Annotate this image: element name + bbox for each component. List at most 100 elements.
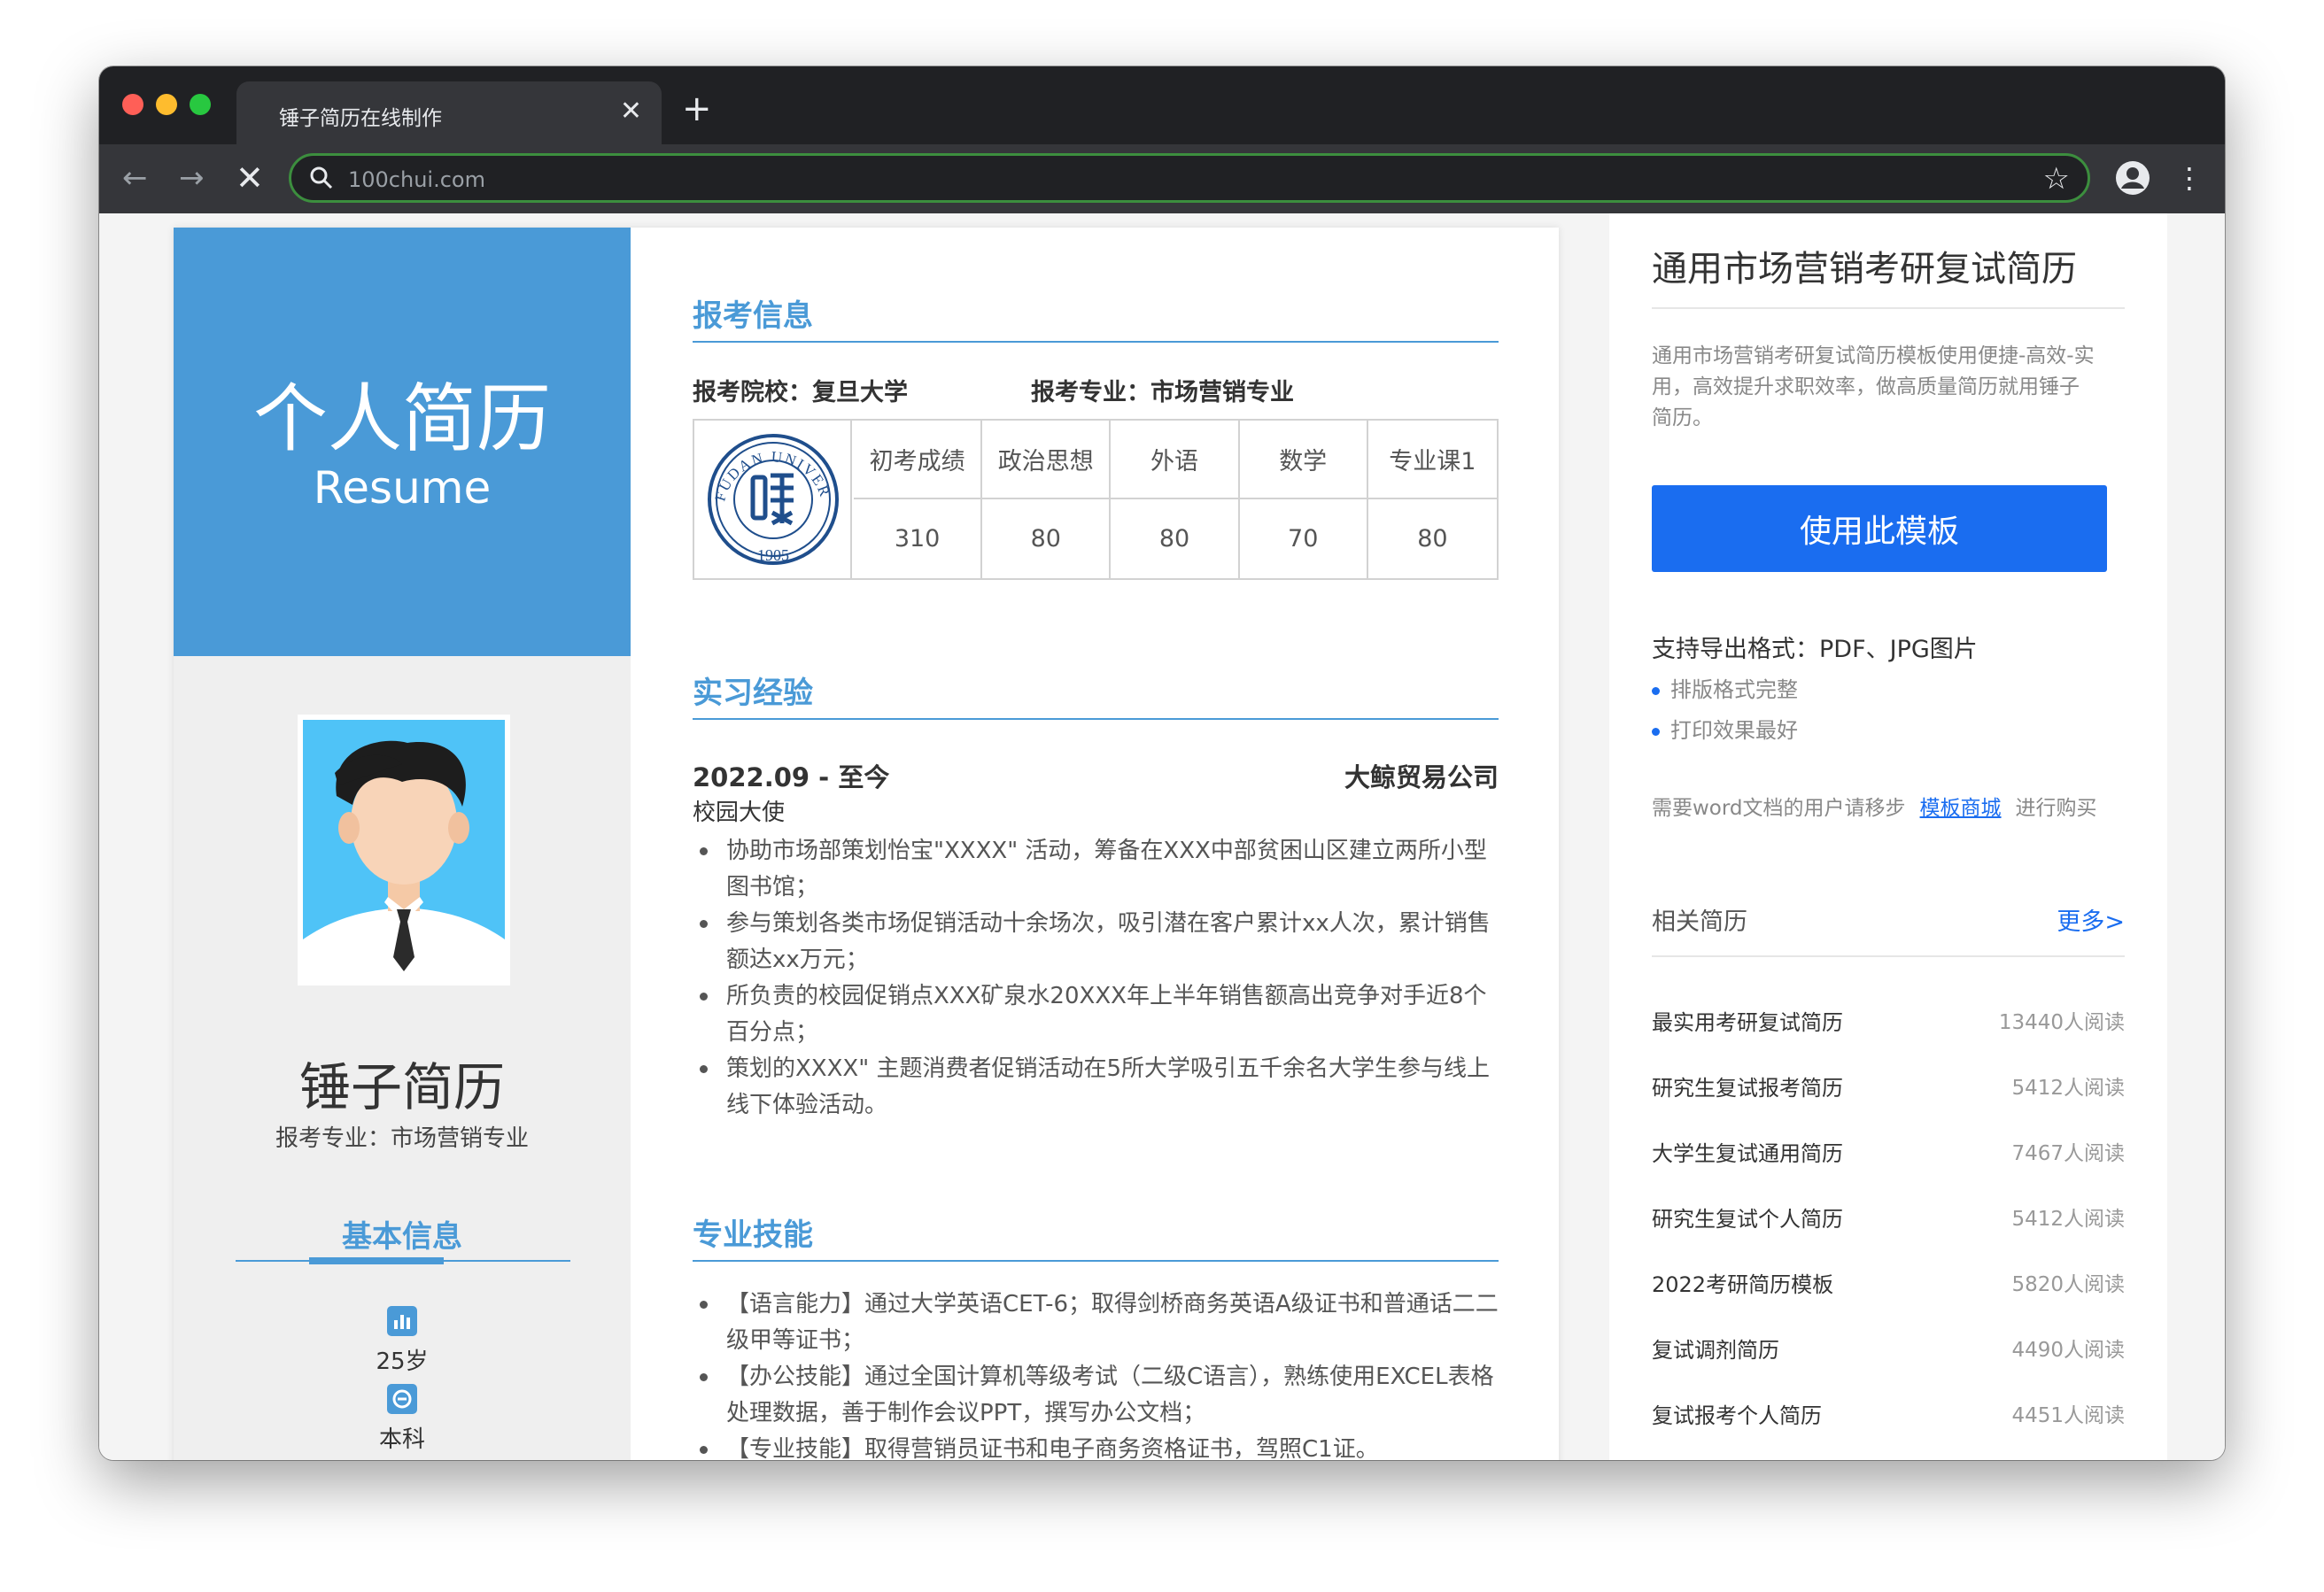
profile-icon[interactable] <box>2115 160 2150 196</box>
related-resume-count: 4490人阅读 <box>2011 1339 2125 1362</box>
close-window-button[interactable] <box>122 94 143 115</box>
list-item: 【办公技能】通过全国计算机等级考试（二级C语言），熟练使用EXCEL表格处理数据… <box>693 1359 1499 1432</box>
related-resume-item[interactable]: 2022考研简历模板 5820人阅读 <box>1652 1267 2125 1302</box>
exam-section-divider <box>693 341 1499 343</box>
score-value: 80 <box>982 499 1112 578</box>
new-tab-icon[interactable]: + <box>682 91 712 127</box>
university-seal-cell: FUDAN UNIVERSITY 1905 <box>694 421 852 578</box>
related-resume-item[interactable]: 复试调剂简历 4490人阅读 <box>1652 1333 2125 1368</box>
list-item: 所负责的校园促销点XXX矿泉水20XXX年上半年销售额高出竞争对手近8个百分点； <box>693 978 1499 1051</box>
score-header: 初考成绩 <box>854 421 983 499</box>
related-resume-item[interactable]: 研究生复试报考简历 5412人阅读 <box>1652 1070 2125 1106</box>
tab-title: 锤子简历在线制作 <box>279 107 442 130</box>
score-value: 80 <box>1417 525 1448 553</box>
internship-company: 大鲸贸易公司 <box>1344 762 1499 792</box>
related-resume-item[interactable]: 大学生复试通用简历 7467人阅读 <box>1652 1136 2125 1171</box>
score-value: 310 <box>854 499 983 578</box>
exam-section-title: 报考信息 <box>693 298 813 334</box>
score-table: FUDAN UNIVERSITY 1905 初考成绩政治思想外语数学专业课1 31… <box>693 419 1499 580</box>
search-icon <box>310 166 333 189</box>
title-divider <box>1652 307 2125 309</box>
skills-section-title: 专业技能 <box>693 1217 813 1253</box>
word-note: 需要word文档的用户请移步 模板商城 进行购买 <box>1652 791 2097 821</box>
bookmark-star-icon[interactable]: ☆ <box>2043 161 2070 197</box>
template-sidebar: 通用市场营销考研复试简历 通用市场营销考研复试简历模板使用便捷-高效-实用，高效… <box>1609 213 2167 1460</box>
address-bar[interactable]: 100chui.com ☆ <box>289 153 2090 203</box>
education-icon <box>387 1384 417 1414</box>
internship-role: 校园大使 <box>693 800 786 826</box>
related-divider <box>1652 955 2125 957</box>
url-text[interactable]: 100chui.com <box>348 167 485 192</box>
related-resume-count: 4451人阅读 <box>2011 1404 2125 1427</box>
list-item: 策划的XXXX" 主题消费者促销活动在5所大学吸引五千余名大学生参与线上线下体验… <box>693 1051 1499 1124</box>
resume-major: 报考专业：市场营销专业 <box>275 1125 529 1152</box>
feature-label: 排版格式完整 <box>1670 677 1798 702</box>
score-header: 数学 <box>1239 421 1368 499</box>
word-note-suffix: 进行购买 <box>2015 797 2097 820</box>
related-resume-item[interactable]: 研究生复试个人简历 5412人阅读 <box>1652 1202 2125 1237</box>
feature-label: 打印效果最好 <box>1670 718 1798 743</box>
related-resume-item[interactable]: 复试报考个人简历 4451人阅读 <box>1652 1398 2125 1434</box>
maximize-window-button[interactable] <box>190 94 211 115</box>
basic-info-underline <box>309 1257 444 1264</box>
list-item: 【语言能力】通过大学英语CET-6；取得剑桥商务英语A级证书和普通话二二级甲等证… <box>693 1287 1499 1359</box>
menu-dots-icon[interactable]: ⋮ <box>2175 160 2204 196</box>
bullet-dot-icon <box>1652 727 1660 736</box>
bullet-dot-icon <box>1652 686 1660 695</box>
template-store-link[interactable]: 模板商城 <box>1920 797 2002 820</box>
score-header: 专业课1 <box>1367 421 1497 499</box>
stop-loading-icon[interactable]: ✕ <box>236 160 264 196</box>
tab-close-icon[interactable]: ✕ <box>620 96 642 128</box>
browser-toolbar: ← → ✕ 100chui.com ☆ ⋮ <box>99 144 2225 213</box>
tab-strip: 锤子简历在线制作 ✕ + <box>99 66 2225 144</box>
related-resume-name[interactable]: 大学生复试通用简历 <box>1652 1136 1843 1167</box>
back-arrow-icon[interactable]: ← <box>122 160 148 196</box>
score-header: 政治思想 <box>982 421 1112 499</box>
svg-text:1905: 1905 <box>757 546 789 564</box>
related-resume-count: 13440人阅读 <box>1998 1011 2125 1034</box>
skills-bullets: 【语言能力】通过大学英语CET-6；取得剑桥商务英语A级证书和普通话二二级甲等证… <box>693 1287 1499 1460</box>
browser-window: 锤子简历在线制作 ✕ + ← → ✕ 100chui.com ☆ ⋮ 个人简历 … <box>99 66 2225 1460</box>
list-item: 【专业技能】取得营销员证书和电子商务资格证书，驾照C1证。 <box>693 1432 1499 1460</box>
template-title: 通用市场营销考研复试简历 <box>1652 249 2077 290</box>
related-resume-name[interactable]: 复试报考个人简历 <box>1652 1398 1822 1429</box>
related-resume-name[interactable]: 研究生复试报考简历 <box>1652 1070 1843 1101</box>
related-resume-item[interactable]: 最实用考研复试简历 13440人阅读 <box>1652 1005 2125 1040</box>
related-resume-name[interactable]: 复试调剂简历 <box>1652 1333 1779 1364</box>
template-description: 通用市场营销考研复试简历模板使用便捷-高效-实用，高效提升求职效率，做高质量简历… <box>1652 344 2095 429</box>
related-resume-name[interactable]: 最实用考研复试简历 <box>1652 1005 1843 1036</box>
browser-tab[interactable]: 锤子简历在线制作 ✕ <box>236 81 662 144</box>
more-link[interactable]: 更多> <box>2057 902 2125 937</box>
score-value: 70 <box>1240 499 1368 578</box>
use-template-button[interactable]: 使用此模板 <box>1652 485 2107 572</box>
related-resume-count: 5820人阅读 <box>2011 1273 2125 1296</box>
score-grid: 初考成绩 政治思想 外语 数学 专业课1 310 80 80 70 80 <box>854 421 1497 578</box>
related-resume-name[interactable]: 2022考研简历模板 <box>1652 1267 1833 1298</box>
page-content: 个人简历 Resume 锤子简历 报考专业：市场营销专业 基本信息 25岁 本科… <box>99 213 2225 1460</box>
related-resume-name[interactable]: 研究生复试个人简历 <box>1652 1202 1843 1233</box>
related-resume-count: 5412人阅读 <box>2011 1077 2125 1100</box>
internship-section-divider <box>693 718 1499 720</box>
resume-name: 锤子简历 <box>298 1057 505 1117</box>
related-title: 相关简历 <box>1652 908 1747 936</box>
age-chart-icon <box>387 1306 417 1336</box>
forward-arrow-icon[interactable]: → <box>179 160 205 196</box>
education-text: 本科 <box>378 1426 425 1453</box>
age-text: 25岁 <box>376 1349 429 1375</box>
score-header: 外语 <box>1111 421 1240 499</box>
list-item: 协助市场部策划怡宝"XXXX" 活动，筹备在XXX中部贫困山区建立两所小型图书馆… <box>693 833 1499 906</box>
avatar <box>298 715 510 985</box>
feature-item: 打印效果最好 <box>1652 713 1798 744</box>
resume-left-column: 个人简历 Resume 锤子简历 报考专业：市场营销专业 基本信息 25岁 本科 <box>174 228 631 1460</box>
internship-section-title: 实习经验 <box>693 676 813 711</box>
skills-section-divider <box>693 1260 1499 1262</box>
list-item: 参与策划各类市场促销活动十余场次，吸引潜在客户累计xx人次，累计销售额达xx万元… <box>693 906 1499 978</box>
feature-item: 排版格式完整 <box>1652 672 1798 703</box>
internship-bullets: 协助市场部策划怡宝"XXXX" 活动，筹备在XXX中部贫困山区建立两所小型图书馆… <box>693 833 1499 1124</box>
fudan-seal-icon: FUDAN UNIVERSITY 1905 <box>707 431 839 565</box>
resume-hero: 个人简历 Resume <box>174 228 631 656</box>
minimize-window-button[interactable] <box>156 94 177 115</box>
word-note-prefix: 需要word文档的用户请移步 <box>1652 797 1906 820</box>
related-resume-count: 7467人阅读 <box>2011 1142 2125 1165</box>
resume-preview: 个人简历 Resume 锤子简历 报考专业：市场营销专业 基本信息 25岁 本科… <box>174 228 1559 1460</box>
